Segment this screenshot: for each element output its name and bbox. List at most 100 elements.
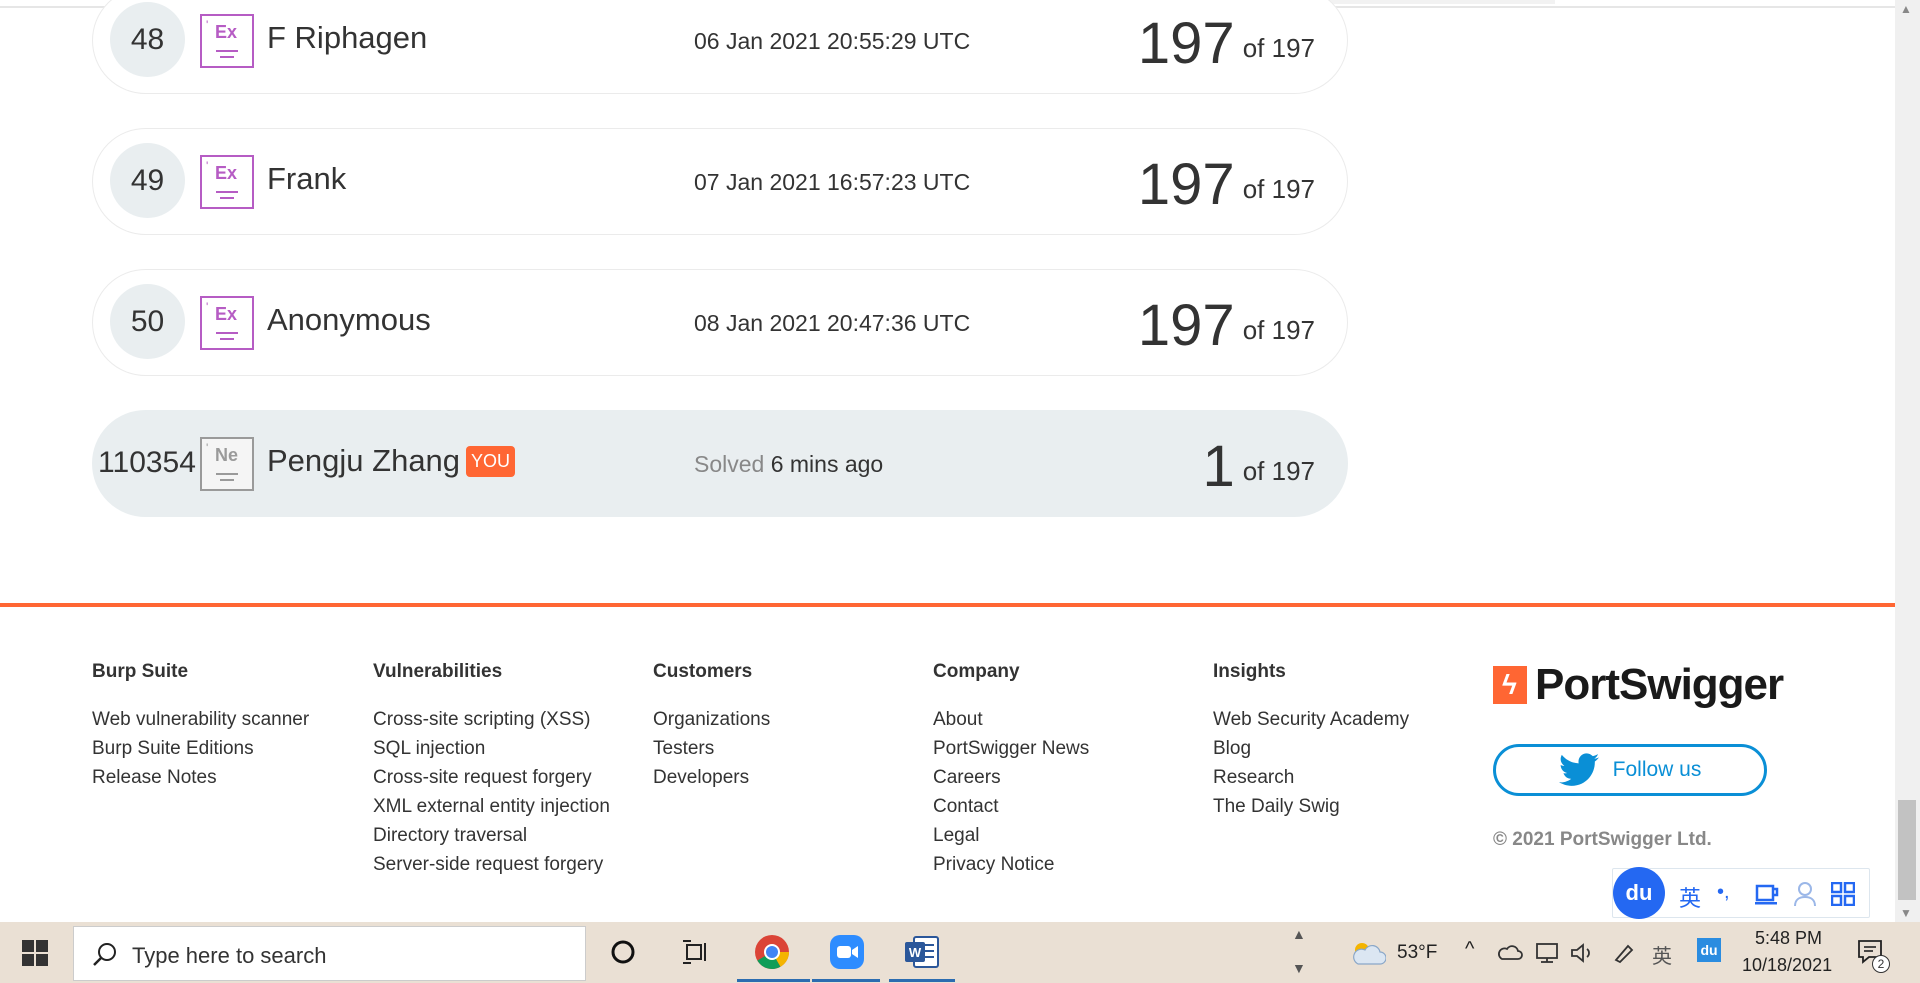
svg-text:W: W	[909, 945, 922, 960]
footer-link[interactable]: Cross-site request forgery	[373, 763, 610, 792]
twitter-icon	[1558, 753, 1599, 786]
ime-language-indicator[interactable]: 英	[1652, 940, 1672, 969]
footer-col-customers: Customers Organizations Testers Develope…	[653, 661, 770, 792]
ime-toolbar[interactable]: du 英 •,	[1612, 867, 1870, 919]
leaderboard-row: 49 ' Ex Frank 07 Jan 2021 16:57:23 UTC 19…	[92, 128, 1348, 235]
footer-col-burp-suite: Burp Suite Web vulnerability scanner Bur…	[92, 661, 309, 792]
footer-col-vulnerabilities: Vulnerabilities Cross-site scripting (XS…	[373, 661, 610, 879]
baidu-ime-logo[interactable]: du	[1613, 867, 1665, 919]
browser-viewport: 48 ' Ex F Riphagen 06 Jan 2021 20:55:29 U…	[0, 0, 1895, 922]
player-name: Frank	[267, 161, 347, 196]
ime-grid-icon[interactable]	[1831, 882, 1855, 906]
footer-link[interactable]: Burp Suite Editions	[92, 734, 309, 763]
footer-heading: Burp Suite	[92, 661, 189, 682]
notification-count: 2	[1872, 955, 1890, 973]
scroll-up-arrow-icon[interactable]: ▲	[1900, 2, 1912, 16]
player-name: Anonymous	[267, 302, 431, 337]
word-icon[interactable]: W	[902, 932, 942, 972]
chevron-up-icon[interactable]: ^	[1465, 938, 1474, 961]
player-name: F Riphagen	[267, 20, 428, 55]
network-icon[interactable]	[1535, 942, 1561, 964]
word-active-indicator	[889, 979, 955, 982]
solved-date: 06 Jan 2021 20:55:29 UTC	[694, 28, 971, 54]
footer-heading: Customers	[653, 661, 753, 682]
windows-start-icon[interactable]	[22, 940, 48, 966]
footer-link[interactable]: Web Security Academy	[1213, 705, 1409, 734]
footer-link[interactable]: Privacy Notice	[933, 850, 1089, 879]
level-expert-icon: ' Ex	[200, 296, 254, 350]
volume-icon[interactable]	[1570, 942, 1596, 964]
footer-link[interactable]: Testers	[653, 734, 770, 763]
windows-taskbar: Type here to search W ▲ ▼ 53°F ^ 英 du 5:…	[0, 922, 1920, 983]
weather-cloud-icon[interactable]	[1350, 940, 1386, 966]
leaderboard-row: 50 ' Ex Anonymous 08 Jan 2021 20:47:36 UT…	[92, 269, 1348, 376]
score: 197 of 197	[1137, 152, 1315, 217]
rank-number: 48	[110, 2, 185, 77]
ime-user-icon[interactable]	[1793, 881, 1817, 907]
copyright: © 2021 PortSwigger Ltd.	[1493, 829, 1712, 850]
solved-date: 08 Jan 2021 20:47:36 UTC	[694, 310, 971, 336]
brand-name: PortSwigger	[1535, 660, 1784, 709]
score: 197 of 197	[1137, 293, 1315, 358]
clock-time[interactable]: 5:48 PM	[1755, 928, 1822, 949]
taskbar-search-box[interactable]: Type here to search	[73, 926, 586, 981]
leaderboard-row: 48 ' Ex F Riphagen 06 Jan 2021 20:55:29 U…	[92, 0, 1348, 94]
footer-link[interactable]: Server-side request forgery	[373, 850, 610, 879]
chrome-icon[interactable]	[752, 932, 792, 972]
footer-link[interactable]: Legal	[933, 821, 1089, 850]
footer-link[interactable]: SQL injection	[373, 734, 610, 763]
footer-divider	[0, 603, 1895, 607]
footer-link[interactable]: Blog	[1213, 734, 1409, 763]
rank-number: 50	[110, 284, 185, 359]
portswigger-mark-icon: ϟ	[1493, 666, 1527, 704]
onedrive-icon[interactable]	[1497, 942, 1523, 962]
taskbar-scroll-up-icon[interactable]: ▲	[1292, 926, 1306, 942]
scroll-down-arrow-icon[interactable]: ▼	[1900, 906, 1912, 920]
footer-link[interactable]: About	[933, 705, 1089, 734]
footer-link[interactable]: Contact	[933, 792, 1089, 821]
portswigger-logo[interactable]: ϟ PortSwigger	[1493, 660, 1784, 710]
cortana-icon[interactable]	[603, 932, 643, 972]
footer-link[interactable]: Careers	[933, 763, 1089, 792]
taskbar-scroll-down-icon[interactable]: ▼	[1292, 960, 1306, 976]
footer-link[interactable]: The Daily Swig	[1213, 792, 1409, 821]
weather-temperature[interactable]: 53°F	[1397, 942, 1437, 964]
footer-link[interactable]: Web vulnerability scanner	[92, 705, 309, 734]
player-name: Pengju Zhang YOU	[267, 443, 516, 479]
footer-link[interactable]: XML external entity injection	[373, 792, 610, 821]
footer-link[interactable]: Release Notes	[92, 763, 309, 792]
scrollbar-thumb[interactable]	[1898, 800, 1916, 900]
solved-time: Solved 6 mins ago	[694, 451, 884, 477]
follow-us-label: Follow us	[1612, 758, 1702, 781]
pen-icon[interactable]	[1612, 940, 1636, 964]
level-expert-icon: ' Ex	[200, 155, 254, 209]
footer-link[interactable]: Developers	[653, 763, 770, 792]
footer-link[interactable]: Cross-site scripting (XSS)	[373, 705, 610, 734]
task-view-icon[interactable]	[676, 932, 716, 972]
footer-link[interactable]: Research	[1213, 763, 1409, 792]
footer-heading: Company	[933, 661, 1020, 682]
page-scrollbar[interactable]	[1895, 0, 1920, 922]
search-placeholder: Type here to search	[132, 943, 327, 968]
baidu-tray-icon[interactable]: du	[1697, 938, 1721, 962]
level-newbie-icon: ' Ne	[200, 437, 254, 491]
score: 1 of 197	[1202, 434, 1315, 499]
footer-heading: Vulnerabilities	[373, 661, 503, 682]
follow-us-button[interactable]: Follow us	[1493, 744, 1767, 796]
footer-heading: Insights	[1213, 661, 1286, 682]
zoom-active-indicator	[812, 979, 880, 982]
level-expert-icon: ' Ex	[200, 14, 254, 68]
clock-date[interactable]: 10/18/2021	[1742, 955, 1832, 976]
footer-link[interactable]: Directory traversal	[373, 821, 610, 850]
footer-link[interactable]: Organizations	[653, 705, 770, 734]
footer-col-company: Company About PortSwigger News Careers C…	[933, 661, 1089, 879]
chrome-active-indicator	[737, 979, 810, 982]
ime-punctuation-toggle[interactable]: •,	[1717, 881, 1730, 904]
footer-link[interactable]: PortSwigger News	[933, 734, 1089, 763]
footer-col-insights: Insights Web Security Academy Blog Resea…	[1213, 661, 1409, 821]
rank-number: 49	[110, 143, 185, 218]
leaderboard-row-you: 110354 ' Ne Pengju Zhang YOU Solved 6 mins…	[92, 410, 1348, 517]
ime-language-toggle[interactable]: 英	[1679, 881, 1701, 913]
ime-cup-icon[interactable]	[1755, 882, 1781, 906]
zoom-icon[interactable]	[827, 932, 867, 972]
